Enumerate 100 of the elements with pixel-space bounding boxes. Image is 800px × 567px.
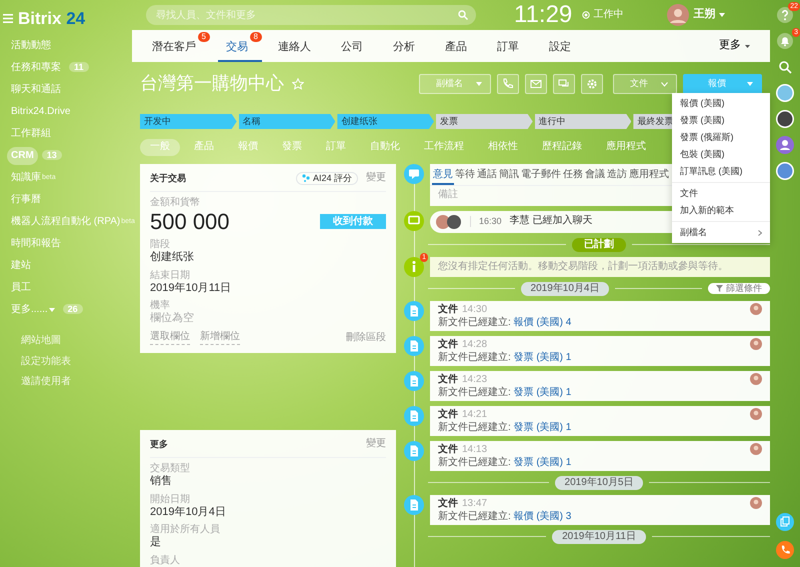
document-icon	[404, 406, 424, 426]
caret-icon[interactable]	[719, 13, 726, 17]
user-silhouette-icon[interactable]	[776, 136, 794, 154]
user-avatar-icon[interactable]	[667, 4, 690, 26]
menu-item[interactable]: 訂單訊息 (美國)	[672, 163, 770, 180]
menu-item[interactable]: 發票 (俄羅斯)	[672, 129, 770, 146]
logo-text: Bitrix 24	[18, 8, 86, 30]
user-avatar-icon	[750, 408, 762, 420]
caret-icon	[476, 82, 482, 86]
timeline-tab[interactable]: 意見	[432, 164, 454, 185]
field-value: 是	[150, 536, 162, 550]
star-icon[interactable]	[292, 78, 304, 90]
caret-icon	[745, 44, 750, 48]
user-avatar-icon	[750, 302, 762, 314]
crm-tab[interactable]: 潛在客戶 5	[144, 30, 210, 62]
ai-score-button[interactable]: AI24 評分	[296, 172, 358, 185]
search-icon[interactable]	[776, 58, 794, 76]
menu-item[interactable]: 報價 (美國)	[672, 95, 770, 112]
change-link[interactable]: 變更	[366, 172, 386, 184]
clock-time: 11:29	[514, 3, 572, 27]
entry-text: 新文件已經建立: 發票 (美國) 1	[438, 386, 572, 398]
help-icon[interactable]	[776, 6, 794, 24]
phone-button[interactable]	[497, 74, 519, 94]
caret-icon	[747, 82, 753, 86]
user-avatar-icon	[750, 442, 762, 454]
timeline-tab[interactable]: 造訪	[606, 164, 628, 185]
phone-icon	[502, 78, 514, 90]
menu-item[interactable]: 包裝 (美國)	[672, 146, 770, 163]
stage-step[interactable]: 進行中	[534, 114, 632, 129]
menu-item[interactable]: 副檔名	[672, 224, 770, 241]
counter-badge: 13	[42, 150, 62, 160]
document-link[interactable]: 發票 (美國) 1	[514, 456, 572, 468]
card-title: 关于交易	[150, 172, 186, 184]
document-link[interactable]: 發票 (美國) 1	[514, 386, 572, 398]
status-dot-icon	[582, 11, 590, 19]
entry-title: 文件	[438, 498, 458, 508]
menu-item[interactable]: 加入新的範本	[672, 202, 770, 219]
crm-tab[interactable]: 連絡人	[270, 30, 325, 62]
document-icon	[404, 370, 424, 390]
stage-step[interactable]: 开发中	[140, 114, 237, 129]
entry-title: 文件	[438, 304, 458, 314]
molecule-icon	[302, 174, 310, 182]
mail-icon	[530, 78, 542, 90]
document-link[interactable]: 發票 (美國) 1	[514, 422, 572, 432]
stage-step[interactable]: 名稱	[238, 114, 336, 129]
field-label: 階段	[150, 238, 171, 251]
copy-icon[interactable]	[776, 513, 794, 531]
crm-tab[interactable]: 訂單	[489, 30, 533, 62]
amount-value: 500 000	[150, 208, 230, 235]
entry-time: 14:21	[462, 408, 488, 420]
timeline-tab[interactable]: 通話	[476, 164, 498, 185]
entry-title: 文件	[438, 338, 458, 350]
mail-button[interactable]	[525, 74, 547, 94]
field-value: 销售	[150, 474, 173, 488]
notice-text: 您沒有排定任何活動。移動交易階段，計劃一項活動或參與等待。	[430, 256, 770, 276]
menu-item[interactable]: 文件	[672, 185, 770, 202]
timeline-tab[interactable]: 電子郵件	[520, 164, 562, 185]
timeline-tab[interactable]: 會議	[584, 164, 606, 185]
crm-tab[interactable]: 公司	[333, 30, 377, 62]
document-link[interactable]: 報價 (美國) 4	[514, 316, 572, 328]
crm-tab[interactable]: 設定	[541, 30, 585, 62]
phone-icon[interactable]	[776, 541, 794, 559]
counter-badge: 5	[198, 32, 210, 42]
change-link[interactable]: 變更	[366, 438, 386, 451]
crm-tab[interactable]: 產品	[437, 30, 481, 62]
crm-tab[interactable]: 交易 8	[218, 30, 262, 62]
entry-time: 14:13	[462, 444, 488, 454]
settings-button[interactable]	[581, 74, 603, 94]
more-menu[interactable]: 更多	[713, 38, 756, 54]
timeline-tab[interactable]: 任務	[562, 164, 584, 185]
card-title: 更多	[150, 438, 168, 450]
field-label: 開始日期	[150, 494, 191, 506]
field-value: 2019年10月4日	[150, 506, 227, 520]
chevron-icon	[661, 82, 668, 86]
field-label: 負責人	[150, 555, 181, 567]
filter-button[interactable]: 篩選條件	[708, 282, 770, 294]
counter-badge: 26	[62, 304, 83, 314]
contact-avatar-icon[interactable]	[776, 110, 794, 128]
timeline-tab[interactable]: 等待	[454, 164, 476, 185]
entry-title: 文件	[438, 408, 458, 420]
crm-tab[interactable]: 分析	[385, 30, 429, 62]
timeline-tab[interactable]: 簡訊	[498, 164, 520, 185]
document-link[interactable]: 報價 (美國) 3	[514, 510, 572, 522]
planned-label: 已計劃	[572, 238, 626, 252]
user-avatar-icon	[750, 496, 762, 508]
entry-text: 新文件已經建立: 報價 (美國) 3	[438, 510, 572, 522]
document-link[interactable]: 發票 (美國) 1	[514, 352, 572, 362]
stage-step[interactable]: 发票	[436, 114, 533, 129]
document-icon	[404, 300, 424, 320]
entry-time: 13:47	[462, 498, 488, 508]
search-icon[interactable]	[458, 10, 468, 20]
timeline-tab[interactable]: 應用程式	[628, 164, 670, 185]
comment-icon	[404, 164, 424, 184]
entry-text: 新文件已經建立: 報價 (美國) 4	[438, 316, 572, 328]
bell-icon[interactable]	[776, 32, 794, 50]
delete-section-link[interactable]: 刪除區段	[346, 332, 386, 344]
menu-icon[interactable]	[3, 14, 13, 24]
entry-text: 新文件已經建立: 發票 (美國) 1	[438, 350, 572, 364]
chat-button[interactable]	[553, 74, 575, 94]
stage-step[interactable]: 创建纸张	[337, 114, 434, 129]
